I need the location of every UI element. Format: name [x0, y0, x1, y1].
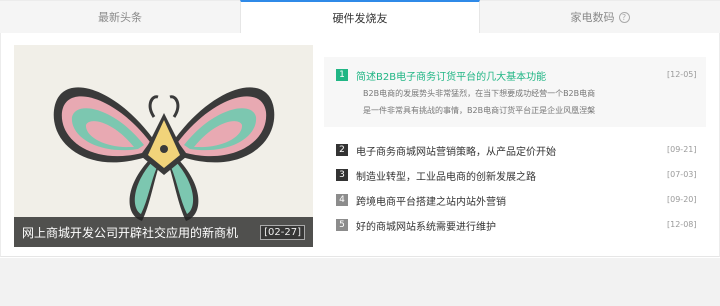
tab-label: 家电数码	[570, 11, 615, 24]
rank-badge: 3	[336, 169, 348, 181]
featured-article-date: [02-27]	[260, 225, 305, 240]
rank-badge: 4	[336, 194, 348, 206]
question-icon[interactable]: ?	[618, 11, 630, 23]
news-date: [09-21]	[667, 145, 697, 154]
news-summary: 是一件非常具有挑战的事情，B2B电商订货平台正是企业风凰涅槃	[363, 106, 596, 115]
tab-home-appliances[interactable]: 家电数码?	[480, 0, 720, 33]
featured-article[interactable]: 网上商城开发公司开辟社交应用的新商机 [02-27]	[14, 45, 313, 247]
news-title[interactable]: 好的商城网站系统需要进行维护	[356, 218, 496, 233]
tab-hardware-enthusiast[interactable]: 硬件发烧友	[240, 0, 480, 34]
news-title[interactable]: 跨境电商平台搭建之站内站外营销	[356, 193, 506, 208]
news-title[interactable]: 电子商务商城网站营销策略，从产品定价开始	[356, 143, 556, 158]
news-date: [12-05]	[667, 70, 697, 79]
rank-badge: 5	[336, 219, 348, 231]
tab-label: 最新头条	[98, 11, 142, 24]
news-date: [07-03]	[667, 170, 697, 179]
news-title[interactable]: 简述B2B电子商务订货平台的几大基本功能	[356, 68, 546, 83]
tab-latest-headlines[interactable]: 最新头条	[0, 0, 240, 33]
news-summary: B2B电商的发展势头非常猛烈，在当下想要成功经营一个B2B电商	[363, 89, 596, 98]
rank-badge: 2	[336, 144, 348, 156]
tab-label: 硬件发烧友	[332, 12, 388, 25]
page-background	[0, 258, 720, 306]
rank-badge: 1	[336, 69, 348, 81]
tab-bar: 最新头条 硬件发烧友 家电数码?	[0, 0, 720, 34]
news-date: [09-20]	[667, 195, 697, 204]
news-date: [12-08]	[667, 220, 697, 229]
news-title[interactable]: 制造业转型，工业品电商的创新发展之路	[356, 168, 536, 183]
